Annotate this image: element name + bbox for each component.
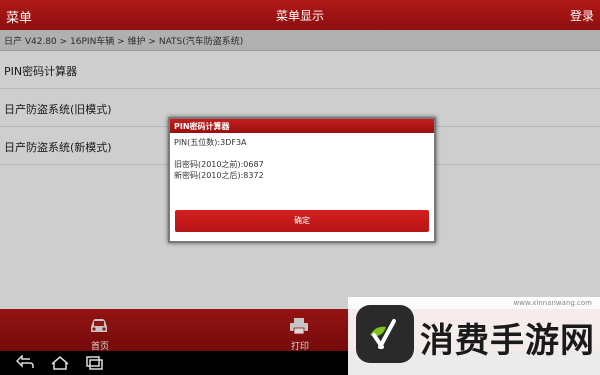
ok-button[interactable]: 确定 bbox=[175, 210, 429, 232]
top-bar: 菜单 菜单显示 登录 bbox=[0, 0, 600, 30]
page-title: 菜单显示 bbox=[275, 9, 324, 23]
recent-apps-icon[interactable] bbox=[84, 355, 104, 371]
dialog-title: PIN密码计算器 bbox=[174, 122, 230, 131]
watermark-text: 消费手游网 bbox=[420, 321, 595, 361]
home-icon[interactable] bbox=[50, 355, 70, 371]
new-code-value: 新密码(2010之后):8372 bbox=[174, 171, 264, 180]
pin-value: PIN(五位数):3DF3A bbox=[174, 138, 247, 147]
pin-calculator-dialog: PIN密码计算器 PIN(五位数):3DF3A 旧密码(2010之前):0687… bbox=[168, 117, 436, 243]
old-code-value: 旧密码(2010之前):0687 bbox=[174, 160, 264, 169]
watermark-url: www.xinnanwang.com bbox=[513, 299, 592, 307]
dialog-title-bar: PIN密码计算器 bbox=[170, 119, 434, 133]
back-icon[interactable] bbox=[15, 354, 36, 371]
watermark-logo bbox=[356, 305, 414, 363]
login-button[interactable]: 登录 bbox=[570, 7, 594, 24]
watermark: www.xinnanwang.com 消费手游网 bbox=[348, 297, 600, 375]
leaf-check-icon bbox=[370, 319, 396, 349]
